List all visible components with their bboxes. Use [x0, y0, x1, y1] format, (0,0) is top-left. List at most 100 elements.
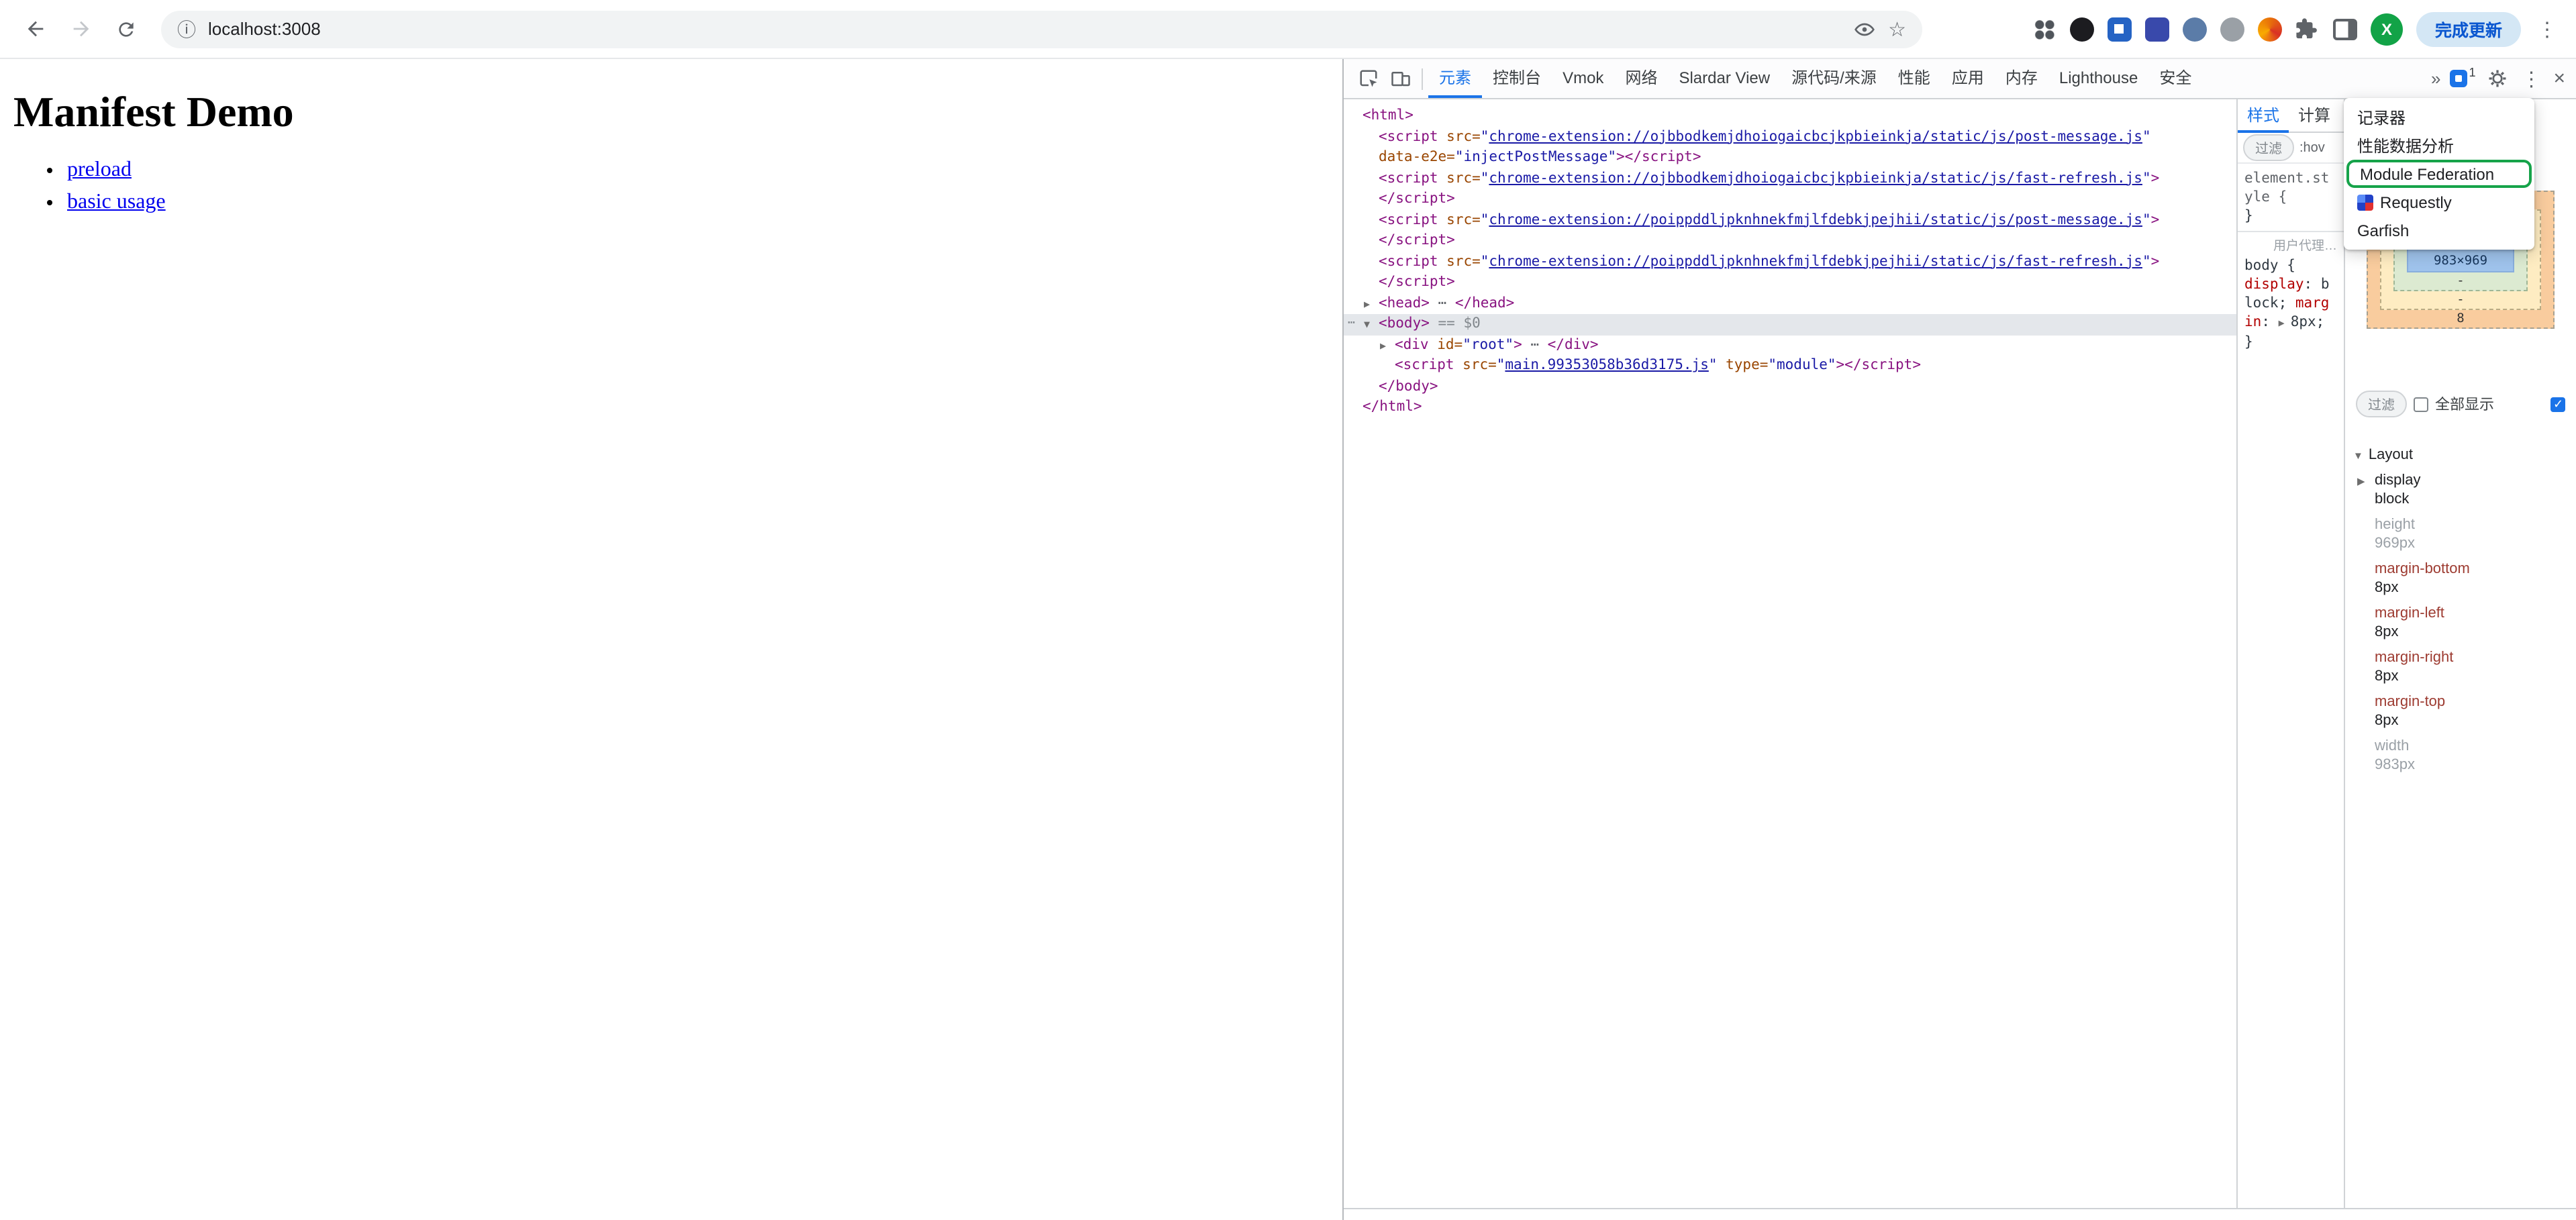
gear-icon[interactable] — [2485, 62, 2509, 95]
dom-tree-line[interactable]: <script src="main.99353058b36d3175.js" t… — [1344, 356, 2236, 376]
puzzle-extensions-icon[interactable] — [2295, 17, 2320, 41]
dom-tree-line[interactable]: ▶<div id="root"> ⋯ </div> — [1344, 335, 2236, 356]
more-tabs-icon[interactable]: » — [2431, 68, 2440, 89]
code-token: " — [1481, 253, 1489, 269]
styles-filter-input[interactable]: 过滤 — [2243, 134, 2294, 161]
computed-filter-input[interactable]: 过滤 — [2356, 391, 2407, 417]
page-link[interactable]: basic usage — [67, 191, 166, 213]
computed-property[interactable]: margin-bottom8px — [2353, 561, 2568, 596]
dom-tree-line[interactable]: ▼⋯<body> == $0 — [1344, 314, 2236, 335]
menu-item[interactable]: Module Federation — [2346, 160, 2532, 188]
css-property-value[interactable]: 8px; — [2291, 314, 2325, 330]
devtools-tab[interactable]: Lighthouse — [2048, 59, 2148, 98]
inspect-element-icon[interactable] — [1352, 62, 1384, 95]
dom-tree-line[interactable]: </html> — [1344, 397, 2236, 418]
computed-property[interactable]: width983px — [2353, 738, 2568, 773]
computed-property[interactable]: ▶displayblock — [2353, 472, 2568, 507]
address-bar[interactable]: ⓘ localhost:3008 ☆ — [161, 10, 1922, 48]
styles-tab[interactable]: 计算 — [2289, 99, 2340, 132]
dom-tree-line[interactable]: </script> — [1344, 231, 2236, 252]
dom-tree-line[interactable]: </script> — [1344, 189, 2236, 210]
expand-arrow-icon[interactable]: ▶ — [1364, 293, 1370, 314]
expand-arrow-icon[interactable]: ▶ — [1380, 335, 1386, 356]
url-text[interactable]: localhost:3008 — [208, 19, 321, 39]
computed-property[interactable]: margin-left8px — [2353, 605, 2568, 640]
slate-extension-icon[interactable] — [2183, 17, 2207, 41]
collapse-arrow-icon[interactable]: ▼ — [1364, 314, 1370, 335]
styles-tab[interactable]: 样式 — [2238, 99, 2289, 132]
grid-extension-icon[interactable] — [2032, 17, 2057, 41]
dom-tree-line[interactable]: ▶<head> ⋯ </head> — [1344, 293, 2236, 314]
show-all-checkbox[interactable] — [2414, 397, 2428, 411]
dot-extension-icon[interactable] — [2070, 17, 2094, 41]
site-info-icon[interactable]: ⓘ — [177, 15, 196, 42]
devtools-tab[interactable]: Slardar View — [1668, 59, 1781, 98]
reload-icon[interactable] — [107, 10, 145, 48]
dom-tree-line[interactable]: <html> — [1344, 106, 2236, 127]
resource-link[interactable]: chrome-extension://poippddljpknhnekfmjlf… — [1489, 211, 2142, 227]
devtools-tab[interactable]: 源代码/来源 — [1781, 59, 1887, 98]
notification-badge[interactable]: 1 — [2450, 70, 2475, 87]
dom-tree-line[interactable]: </body> — [1344, 376, 2236, 397]
expand-arrow-icon[interactable]: ▶ — [2357, 475, 2365, 487]
menu-item[interactable]: Requestly — [2344, 188, 2534, 216]
menu-kebab-icon[interactable]: ⋮ — [2534, 17, 2560, 41]
layout-group-header[interactable]: ▼ Layout — [2353, 447, 2568, 463]
side-panel-icon[interactable] — [2333, 18, 2357, 40]
dom-tree-line[interactable]: <script src="chrome-extension://poippddl… — [1344, 252, 2236, 272]
resource-link[interactable]: chrome-extension://ojbbodkemjdhoiogaicbc… — [1489, 128, 2142, 144]
gray-extension-icon[interactable] — [2220, 17, 2244, 41]
back-icon[interactable] — [16, 10, 54, 48]
devtools-tab[interactable]: 性能 — [1887, 59, 1941, 98]
blue-extension-icon[interactable] — [2108, 17, 2132, 41]
resource-link[interactable]: main.99353058b36d3175.js — [1505, 357, 1708, 373]
device-toolbar-icon[interactable] — [1384, 62, 1416, 95]
computed-filter-row: 过滤 全部显示 — [2345, 391, 2576, 417]
code-token: " — [1709, 357, 1718, 373]
indigo-extension-icon[interactable] — [2145, 17, 2169, 41]
devtools-tab[interactable]: Vmok — [1552, 59, 1614, 98]
body-selector[interactable]: body { — [2244, 256, 2337, 275]
devtools-panel: 元素控制台Vmok网络Slardar View源代码/来源性能应用内存Light… — [1342, 59, 2576, 1220]
resource-link[interactable]: chrome-extension://poippddljpknhnekfmjlf… — [1489, 253, 2142, 269]
element-style-selector[interactable]: element.style { — [2244, 170, 2329, 205]
update-button[interactable]: 完成更新 — [2416, 11, 2521, 46]
devtools-tab[interactable]: 安全 — [2148, 59, 2202, 98]
menu-item[interactable]: 记录器 — [2344, 103, 2534, 132]
dom-tree-line[interactable]: data-e2e="injectPostMessage"></script> — [1344, 148, 2236, 168]
profile-avatar[interactable]: X — [2371, 13, 2403, 45]
close-icon[interactable]: × — [2553, 67, 2565, 90]
preview-eye-icon[interactable] — [1853, 18, 1875, 40]
devtools-menu-kebab-icon[interactable]: ⋮ — [2518, 66, 2544, 91]
page-link[interactable]: preload — [67, 158, 132, 181]
resource-link[interactable]: chrome-extension://ojbbodkemjdhoiogaicbc… — [1489, 170, 2142, 186]
dom-tree-line[interactable]: <script src="chrome-extension://ojbbodke… — [1344, 168, 2236, 189]
computed-property[interactable]: margin-right8px — [2353, 650, 2568, 684]
devtools-tab[interactable]: 应用 — [1941, 59, 1995, 98]
devtools-tabs: 元素控制台Vmok网络Slardar View源代码/来源性能应用内存Light… — [1428, 59, 2202, 98]
devtools-tab[interactable]: 网络 — [1614, 59, 1668, 98]
show-all-label[interactable]: 全部显示 — [2435, 393, 2494, 415]
collapse-arrow-icon[interactable]: ▼ — [2353, 449, 2363, 461]
devtools-tab[interactable]: 元素 — [1428, 59, 1482, 98]
forward-icon[interactable] — [62, 10, 99, 48]
orange-extension-icon[interactable] — [2258, 17, 2282, 41]
pseudo-state-toggle[interactable]: :hov — [2299, 140, 2325, 155]
menu-item[interactable]: Garfish — [2344, 216, 2534, 244]
menu-item[interactable]: 性能数据分析 — [2344, 132, 2534, 160]
dom-tree-line[interactable]: <script src="chrome-extension://ojbbodke… — [1344, 127, 2236, 148]
node-menu-icon[interactable]: ⋯ — [1348, 314, 1354, 335]
code-token: id= — [1429, 336, 1463, 352]
group-checkbox[interactable] — [2550, 397, 2565, 411]
devtools-tab[interactable]: 控制台 — [1482, 59, 1552, 98]
css-property-name[interactable]: display — [2244, 276, 2304, 293]
devtools-tab[interactable]: 内存 — [1995, 59, 2048, 98]
dom-tree-line[interactable]: </script> — [1344, 272, 2236, 293]
computed-property[interactable]: height969px — [2353, 517, 2568, 552]
expand-arrow-icon[interactable]: ▶ — [2279, 317, 2291, 329]
bookmark-star-icon[interactable]: ☆ — [1888, 17, 1906, 41]
devtools-toolbar: 元素控制台Vmok网络Slardar View源代码/来源性能应用内存Light… — [1344, 59, 2576, 99]
dom-tree-line[interactable]: <script src="chrome-extension://poippddl… — [1344, 210, 2236, 231]
code-token: " — [1481, 128, 1489, 144]
computed-property[interactable]: margin-top8px — [2353, 694, 2568, 729]
